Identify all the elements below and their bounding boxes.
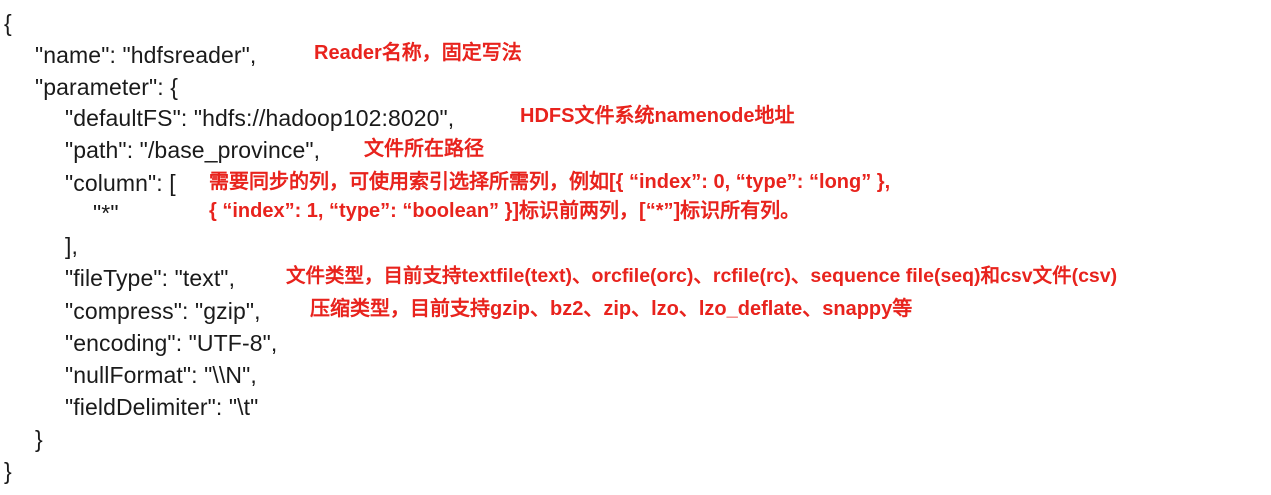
path-line: "path": "/base_province",	[65, 137, 321, 163]
open-brace: {	[4, 10, 12, 36]
column-star-line: "*"	[93, 200, 119, 226]
note-path: 文件所在路径	[364, 138, 484, 160]
close-brace: }	[4, 458, 12, 484]
json-config-document: { "name": "hdfsreader", "parameter": { "…	[0, 0, 1271, 495]
note-column-2: { “index”: 1, “type”: “boolean” }]标识前两列，…	[209, 200, 801, 222]
parameter-line: "parameter": {	[35, 74, 179, 100]
encoding-line: "encoding": "UTF-8",	[65, 330, 278, 356]
compress-line: "compress": "gzip",	[65, 298, 261, 324]
note-column-1: 需要同步的列，可使用索引选择所需列，例如[{ “index”: 0, “type…	[209, 171, 891, 193]
note-defaultfs: HDFS文件系统namenode地址	[520, 105, 795, 127]
filetype-line: "fileType": "text",	[65, 265, 236, 291]
parameter-close: }	[35, 426, 43, 452]
column-line: "column": [	[65, 170, 176, 196]
fielddelimiter-line: "fieldDelimiter": "\t"	[65, 394, 259, 420]
note-filetype: 文件类型，目前支持textfile(text)、orcfile(orc)、rcf…	[286, 265, 1118, 287]
defaultfs-line: "defaultFS": "hdfs://hadoop102:8020",	[65, 105, 455, 131]
note-name: Reader名称，固定写法	[314, 42, 522, 64]
nullformat-line: "nullFormat": "\\N",	[65, 362, 257, 388]
column-close: ],	[65, 233, 78, 259]
note-compress: 压缩类型，目前支持gzip、bz2、zip、lzo、lzo_deflate、sn…	[310, 298, 913, 320]
name-line: "name": "hdfsreader",	[35, 42, 257, 68]
